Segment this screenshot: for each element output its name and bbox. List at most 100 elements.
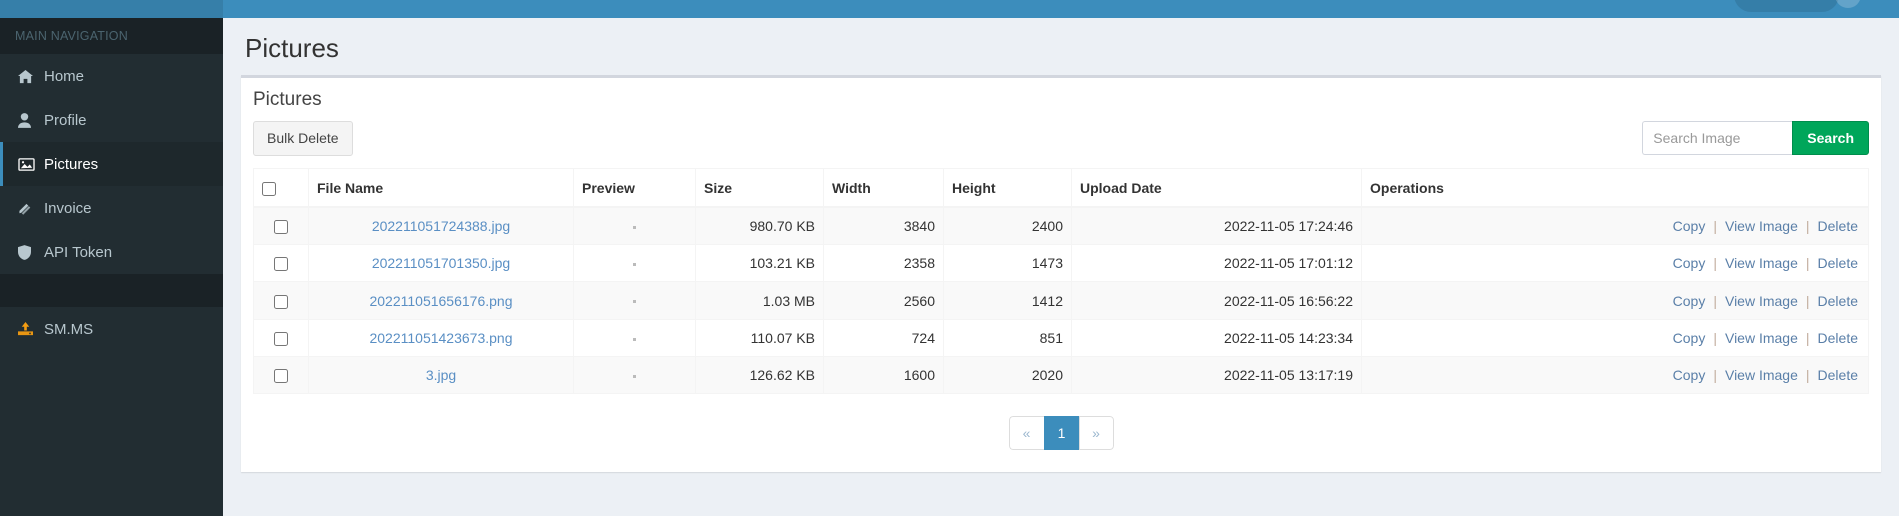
sidebar: MAIN NAVIGATION Home Profile Pictures In… xyxy=(0,18,223,516)
delete-link[interactable]: Delete xyxy=(1816,218,1860,234)
row-select-cell xyxy=(253,355,309,395)
broken-image-icon xyxy=(633,374,636,378)
sidebar-item-profile[interactable]: Profile xyxy=(0,98,223,142)
view-image-link[interactable]: View Image xyxy=(1723,293,1800,309)
sidebar-item-smms[interactable]: SM.MS xyxy=(0,307,223,351)
view-image-link[interactable]: View Image xyxy=(1723,218,1800,234)
copy-link[interactable]: Copy xyxy=(1671,218,1708,234)
column-header-file-name[interactable]: File Name xyxy=(308,168,574,208)
sidebar-item-label: Home xyxy=(44,67,85,85)
row-select-cell xyxy=(253,318,309,357)
sidebar-item-home[interactable]: Home xyxy=(0,54,223,98)
row-checkbox[interactable] xyxy=(274,220,288,235)
delete-link[interactable]: Delete xyxy=(1816,293,1860,309)
cell-upload-date: 2022-11-05 17:01:12 xyxy=(1071,244,1362,283)
sidebar-item-label: Invoice xyxy=(44,199,92,217)
cell-height: 1412 xyxy=(943,281,1072,320)
cell-upload-date: 2022-11-05 14:23:34 xyxy=(1071,318,1362,357)
operations-separator: | xyxy=(1805,255,1810,272)
column-header-height[interactable]: Height xyxy=(943,168,1072,208)
cell-height: 2400 xyxy=(943,206,1072,246)
avatar[interactable] xyxy=(1835,0,1861,8)
delete-link[interactable]: Delete xyxy=(1816,255,1860,271)
cell-upload-date: 2022-11-05 13:17:19 xyxy=(1071,355,1362,395)
sidebar-item-api-token[interactable]: API Token xyxy=(0,230,223,274)
delete-link[interactable]: Delete xyxy=(1816,330,1860,346)
column-header-size[interactable]: Size xyxy=(695,168,824,208)
cell-operations: Copy | View Image | Delete xyxy=(1361,318,1869,357)
search-input[interactable] xyxy=(1642,120,1793,155)
upload-icon xyxy=(18,321,44,337)
operations-separator: | xyxy=(1713,367,1717,384)
cell-size: 110.07 KB xyxy=(695,318,824,357)
bulk-delete-button[interactable]: Bulk Delete xyxy=(253,120,353,157)
row-checkbox[interactable] xyxy=(274,257,288,272)
cell-height: 2020 xyxy=(943,355,1072,395)
sidebar-item-label: API Token xyxy=(44,243,113,261)
cell-file-name: 202211051724388.jpg xyxy=(308,206,574,246)
cell-width: 3840 xyxy=(823,206,944,246)
select-all-header xyxy=(253,168,309,208)
row-checkbox[interactable] xyxy=(274,369,288,384)
brand-logo-area[interactable] xyxy=(0,0,223,18)
table-header-row: File Name Preview Size Width Height Uplo… xyxy=(253,168,1869,208)
copy-link[interactable]: Copy xyxy=(1671,255,1708,271)
file-name-link[interactable]: 202211051656176.png xyxy=(369,293,512,309)
copy-link[interactable]: Copy xyxy=(1671,367,1708,383)
table-row: 202211051656176.png 1.03 MB 2560 1412 2022-1… xyxy=(253,281,1869,320)
view-image-link[interactable]: View Image xyxy=(1723,330,1800,346)
table-row: 202211051423673.png 110.07 KB 724 851 2022-1… xyxy=(253,318,1869,357)
pagination-prev[interactable]: « xyxy=(1008,416,1044,451)
copy-link[interactable]: Copy xyxy=(1671,330,1708,346)
pictures-box: Pictures Bulk Delete Search Image Search… xyxy=(241,74,1881,473)
select-all-checkbox[interactable] xyxy=(262,181,276,196)
cell-file-name: 3.jpg xyxy=(308,355,574,395)
cell-size: 126.62 KB xyxy=(695,355,824,395)
top-navbar xyxy=(0,0,1899,18)
copy-link[interactable]: Copy xyxy=(1671,293,1708,309)
cell-operations: Copy | View Image | Delete xyxy=(1361,281,1869,320)
broken-image-icon xyxy=(633,263,636,266)
user-menu[interactable] xyxy=(1734,0,1839,12)
sidebar-item-label: Pictures xyxy=(44,155,99,173)
operations-separator: | xyxy=(1805,217,1810,234)
operations-separator: | xyxy=(1805,329,1810,346)
table-row: 202211051701350.jpg 103.21 KB 2358 1473 2022… xyxy=(253,244,1869,283)
file-name-link[interactable]: 202211051423673.png xyxy=(369,330,512,346)
column-header-preview[interactable]: Preview xyxy=(573,168,696,208)
row-select-cell xyxy=(253,206,309,246)
cell-preview xyxy=(573,355,696,395)
cell-operations: Copy | View Image | Delete xyxy=(1361,244,1869,283)
operations-separator: | xyxy=(1805,292,1810,309)
operations-separator: | xyxy=(1805,367,1810,384)
pictures-table: File Name Preview Size Width Height Uplo… xyxy=(253,168,1869,395)
broken-image-icon xyxy=(633,225,636,229)
delete-link[interactable]: Delete xyxy=(1816,367,1860,383)
column-header-width[interactable]: Width xyxy=(823,168,944,208)
view-image-link[interactable]: View Image xyxy=(1723,255,1800,271)
search-button[interactable]: Search xyxy=(1792,120,1869,155)
row-checkbox[interactable] xyxy=(274,331,288,346)
cell-width: 2358 xyxy=(823,244,944,283)
content-wrapper: Pictures Pictures Bulk Delete Search Ima… xyxy=(223,18,1899,516)
cell-size: 980.70 KB xyxy=(695,206,824,246)
pagination-next[interactable]: » xyxy=(1078,416,1114,451)
cell-width: 724 xyxy=(823,318,944,357)
sidebar-item-pictures[interactable]: Pictures xyxy=(0,142,223,186)
row-checkbox[interactable] xyxy=(274,294,288,309)
cell-file-name: 202211051701350.jpg xyxy=(308,244,574,283)
table-row: 3.jpg 126.62 KB 1600 2020 2022-11-05 13:17:1… xyxy=(253,355,1869,395)
column-header-operations[interactable]: Operations xyxy=(1361,168,1869,208)
cell-file-name: 202211051423673.png xyxy=(308,318,574,357)
file-name-link[interactable]: 202211051701350.jpg xyxy=(372,255,510,271)
cell-upload-date: 2022-11-05 16:56:22 xyxy=(1071,281,1362,320)
column-header-upload-date[interactable]: Upload Date xyxy=(1071,168,1362,208)
sidebar-item-invoice[interactable]: Invoice xyxy=(0,186,223,230)
file-name-link[interactable]: 202211051724388.jpg xyxy=(372,218,510,234)
file-name-link[interactable]: 3.jpg xyxy=(426,367,456,383)
broken-image-icon xyxy=(633,337,636,341)
search-group: Search xyxy=(1642,120,1869,155)
view-image-link[interactable]: View Image xyxy=(1723,367,1800,383)
operations-separator: | xyxy=(1713,292,1717,309)
invoice-icon xyxy=(18,201,44,216)
